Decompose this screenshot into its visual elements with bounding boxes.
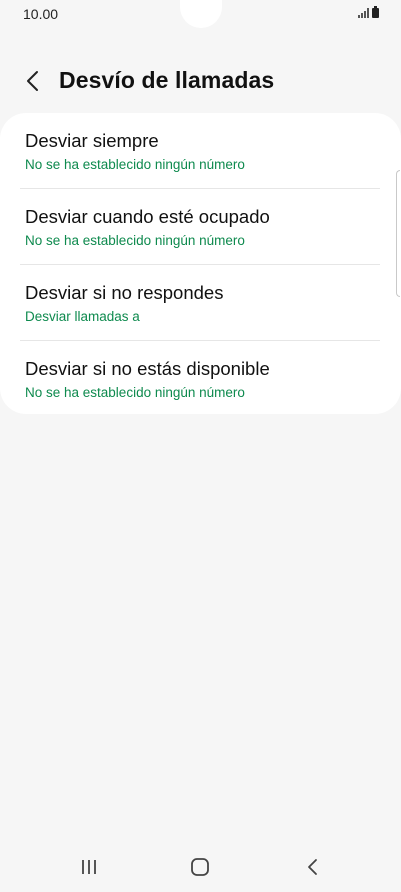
app-header: Desvío de llamadas [0,60,401,104]
status-bar: 10.00 [0,0,401,30]
page-title: Desvío de llamadas [59,67,275,93]
home-icon [191,858,209,876]
nav-back-button[interactable] [298,852,328,882]
item-subtitle: No se ha establecido ningún número [25,385,245,400]
back-button[interactable] [18,66,48,96]
camera-notch [180,0,222,28]
home-button[interactable] [185,852,215,882]
forward-unreachable-item[interactable]: Desviar si no estás disponible No se ha … [0,341,401,416]
forward-always-item[interactable]: Desviar siempre No se ha establecido nin… [0,113,401,188]
forward-when-busy-item[interactable]: Desviar cuando esté ocupado No se ha est… [0,189,401,264]
status-time: 10.00 [23,6,59,22]
status-icons [358,6,379,18]
chevron-left-icon [27,71,38,91]
item-title: Desviar si no respondes [25,282,224,303]
scrollbar[interactable] [396,170,400,297]
item-title: Desviar si no estás disponible [25,358,270,379]
recent-apps-button[interactable] [74,852,104,882]
item-subtitle: Desviar llamadas a [25,309,140,324]
navigation-bar [0,840,401,892]
item-subtitle: No se ha establecido ningún número [25,157,245,172]
recent-apps-icon [82,860,96,874]
settings-card: Desviar siempre No se ha establecido nin… [0,113,401,414]
battery-icon [372,6,379,18]
item-subtitle: No se ha establecido ningún número [25,233,245,248]
signal-icon [358,8,369,18]
back-icon [308,859,317,875]
item-title: Desviar siempre [25,130,159,151]
item-title: Desviar cuando esté ocupado [25,206,270,227]
forward-no-answer-item[interactable]: Desviar si no respondes Desviar llamadas… [0,265,401,340]
